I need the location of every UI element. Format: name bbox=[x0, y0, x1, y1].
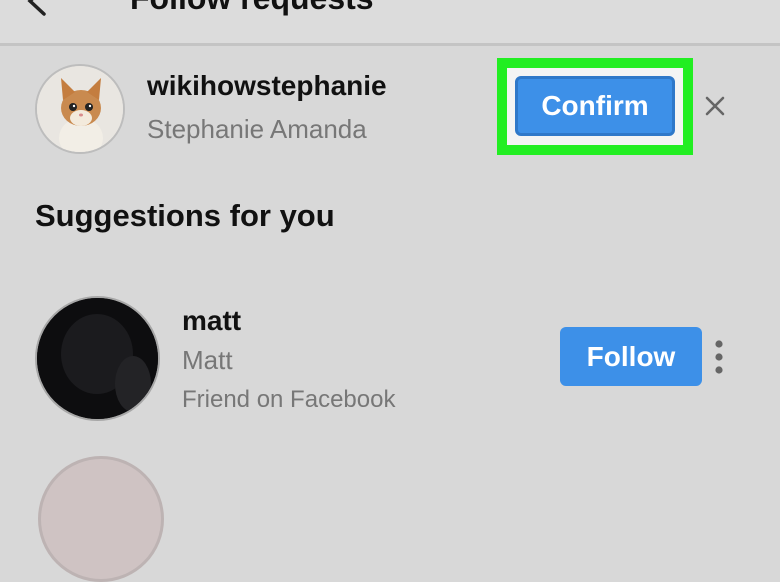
suggestions-title: Suggestions for you bbox=[35, 198, 335, 233]
app-header: Follow requests bbox=[0, 0, 780, 46]
kitten-avatar-image bbox=[37, 66, 123, 152]
more-vertical-icon[interactable] bbox=[711, 340, 727, 376]
follow-button[interactable]: Follow bbox=[560, 327, 702, 386]
close-icon[interactable] bbox=[703, 94, 727, 118]
page-title: Follow requests bbox=[130, 0, 374, 17]
request-fullname: Stephanie Amanda bbox=[147, 114, 367, 144]
confirm-button[interactable]: Confirm bbox=[515, 76, 675, 136]
back-arrow-icon[interactable] bbox=[22, 0, 52, 16]
suggestion-avatar-image bbox=[37, 298, 158, 419]
suggestion-username[interactable]: matt bbox=[182, 305, 241, 337]
avatar[interactable] bbox=[35, 64, 125, 154]
avatar[interactable] bbox=[38, 456, 164, 582]
highlight-annotation: Confirm bbox=[497, 58, 693, 155]
suggestion-fullname: Matt bbox=[182, 345, 233, 375]
request-username[interactable]: wikihowstephanie bbox=[147, 70, 387, 102]
suggestion-reason: Friend on Facebook bbox=[182, 386, 396, 413]
avatar[interactable] bbox=[35, 296, 160, 421]
